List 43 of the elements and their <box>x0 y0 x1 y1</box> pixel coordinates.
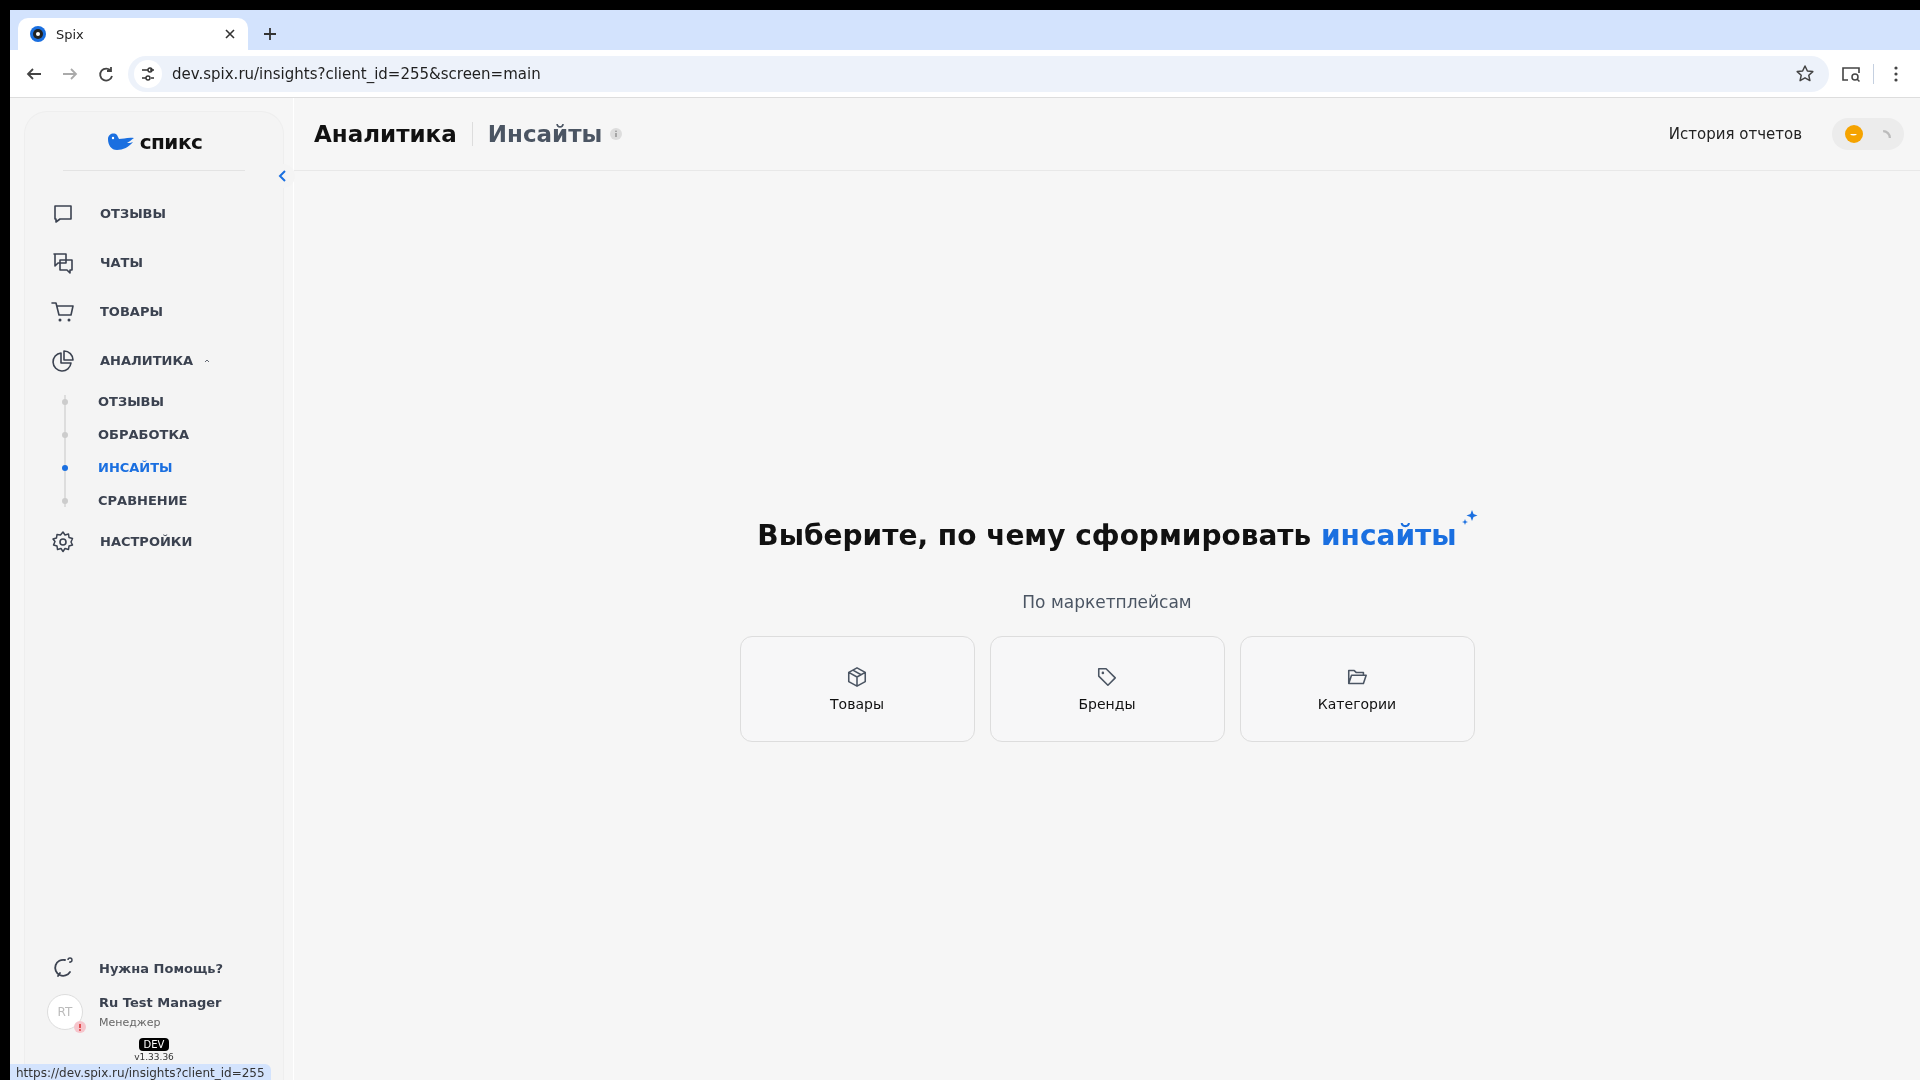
chats-icon <box>51 250 75 275</box>
address-bar[interactable]: dev.spix.ru/insights?client_id=255&screen=main <box>128 55 1829 92</box>
option-card[interactable]: Бренды <box>989 636 1225 742</box>
heading: Выберите, по чему сформировать инсайты <box>757 519 1457 552</box>
subnav-item[interactable]: ИНСАЙТЫ <box>98 460 173 475</box>
help-chat-icon <box>51 956 75 980</box>
option-card[interactable]: Категории <box>1239 636 1475 742</box>
cart-icon <box>51 299 75 324</box>
env-badge: DEV <box>138 1038 170 1051</box>
alert-icon <box>74 1021 86 1033</box>
loading-spinner-icon <box>1881 129 1891 139</box>
page-title: Аналитика <box>314 121 457 147</box>
url-text: dev.spix.ru/insights?client_id=255&screen=main <box>172 64 542 83</box>
chevron-left-icon[interactable] <box>278 170 288 182</box>
tag-icon <box>1096 666 1118 688</box>
nav-item[interactable]: ЧАТЫ <box>25 238 283 287</box>
site-settings-icon[interactable] <box>134 59 162 88</box>
section-label: По маркетплейсам <box>1022 592 1192 612</box>
report-history-link[interactable]: История отчетов <box>1662 124 1808 144</box>
nav-item[interactable]: АНАЛИТИКА <box>25 336 283 385</box>
subnav-item[interactable]: ОБРАБОТКА <box>98 427 190 442</box>
option-card[interactable]: Товары <box>739 636 975 742</box>
bird-logo-icon <box>105 131 136 153</box>
help-link[interactable]: Нужна Помощь? <box>25 946 283 990</box>
user-name: Ru Test Manager <box>99 995 222 1010</box>
tab-title: Spix <box>56 26 85 42</box>
favicon-icon <box>30 26 46 42</box>
user-role: Менеджер <box>99 1016 162 1029</box>
page-subtitle: Инсайты <box>487 121 603 147</box>
pie-chart-icon <box>51 348 75 373</box>
sparkle-icon <box>1460 509 1479 527</box>
settings-icon <box>51 529 75 554</box>
nav-item[interactable]: ТОВАРЫ <box>25 287 283 336</box>
subnav-item[interactable]: СРАВНЕНИЕ <box>98 493 188 508</box>
close-icon[interactable] <box>224 28 236 40</box>
box-icon <box>846 666 868 688</box>
version-text: v1.33.36 <box>134 1052 174 1062</box>
status-url-bubble: https://dev.spix.ru/insights?client_id=255 <box>10 1064 271 1080</box>
browser-tab[interactable]: Spix <box>18 18 248 50</box>
nav-item[interactable]: ОТЗЫВЫ <box>25 189 283 238</box>
logo-text: спикс <box>139 130 203 154</box>
nav-item[interactable]: НАСТРОЙКИ <box>25 517 283 566</box>
subnav-item[interactable]: ОТЗЫВЫ <box>98 394 164 409</box>
